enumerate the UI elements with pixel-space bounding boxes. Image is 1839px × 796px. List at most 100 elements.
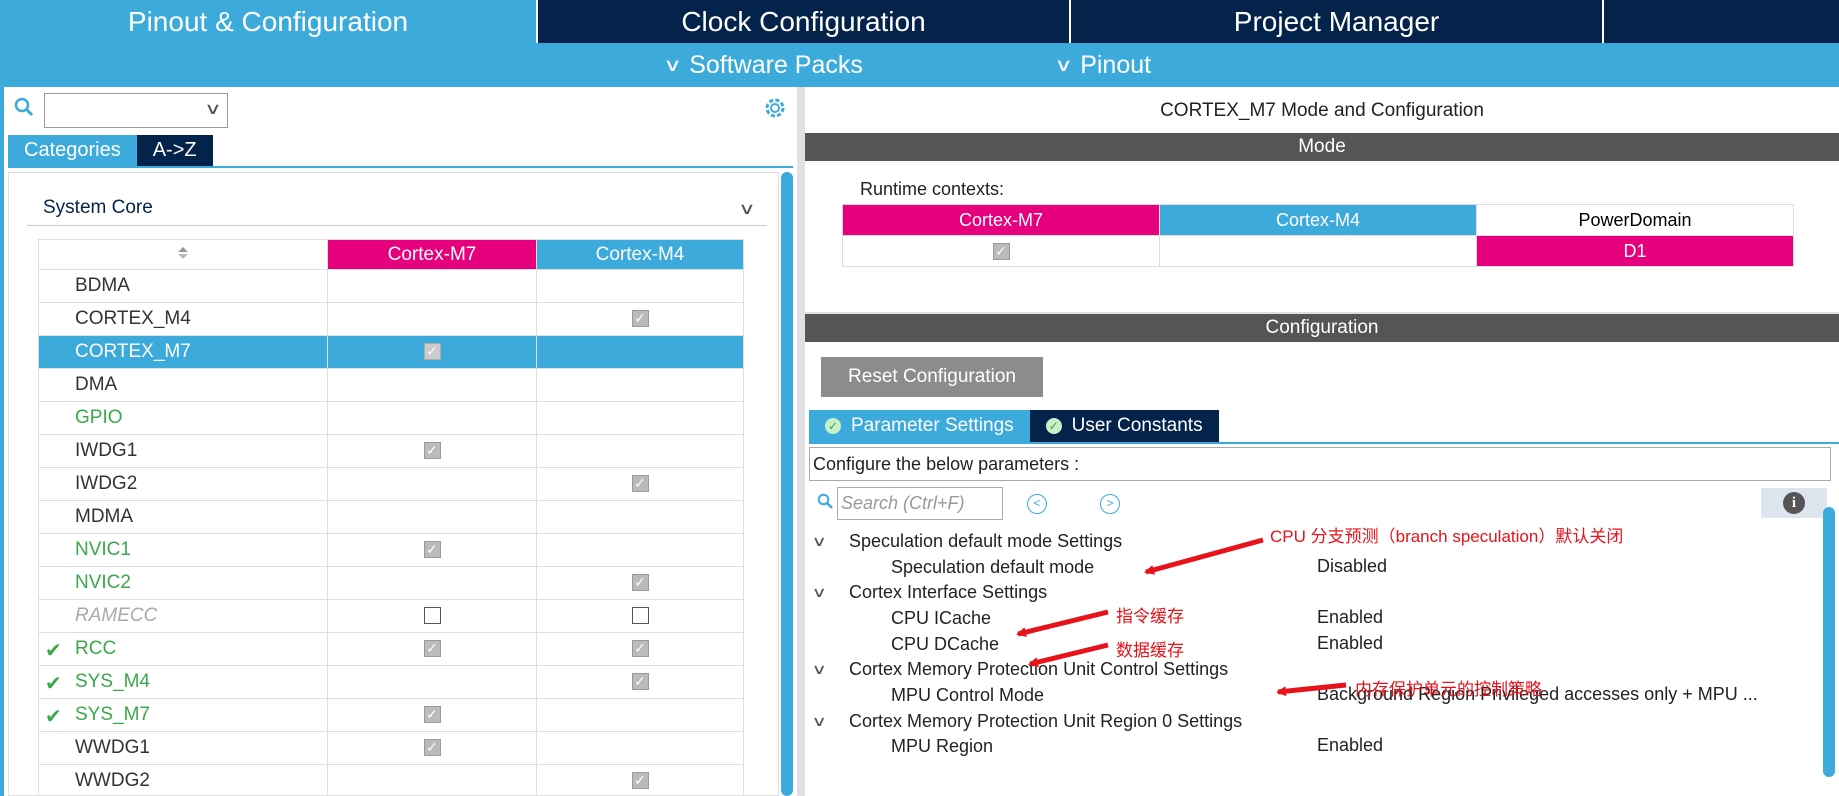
chevron-down-icon[interactable]: ∨ [812, 533, 845, 550]
checkbox-checked[interactable]: ✓ [631, 640, 649, 658]
scrollbar[interactable] [781, 172, 793, 796]
cell-m4[interactable]: ✓ [536, 632, 744, 666]
chevron-down-icon[interactable]: ∨ [812, 713, 845, 730]
pinout-menu[interactable]: ∨ Pinout [1054, 43, 1151, 87]
cell-m4[interactable] [536, 269, 744, 303]
cell-m4[interactable] [536, 401, 744, 435]
scrollbar[interactable] [1823, 507, 1835, 777]
checkbox-checked[interactable]: ✓ [631, 673, 649, 691]
table-row[interactable]: IWDG1 ✓ [38, 434, 744, 468]
cell-m7[interactable] [327, 302, 537, 336]
cell-m7[interactable]: ✓ [327, 533, 537, 567]
cell-m7[interactable] [327, 401, 537, 435]
cell-m7[interactable]: ✓ [327, 731, 537, 765]
tree-parameter[interactable]: MPU Control Mode [891, 681, 1044, 709]
checkbox-checked[interactable]: ✓ [423, 739, 441, 757]
panel-divider[interactable] [797, 87, 805, 796]
checkbox-checked[interactable]: ✓ [423, 706, 441, 724]
checkbox-checked[interactable]: ✓ [423, 343, 441, 361]
table-row[interactable]: BDMA [38, 269, 744, 303]
peripheral-name[interactable]: WWDG2 [38, 764, 328, 796]
cell-m4[interactable] [536, 335, 744, 369]
tree-group[interactable]: ∨ Speculation default mode Settings [805, 527, 1123, 555]
tab-parameter-settings[interactable]: ✓ Parameter Settings [809, 410, 1030, 442]
cell-m4[interactable]: ✓ [536, 302, 744, 336]
cell-m7[interactable] [327, 467, 537, 501]
peripheral-name[interactable]: ✔ SYS_M4 [38, 665, 328, 699]
checkbox-checked[interactable]: ✓ [423, 640, 441, 658]
checkbox-unchecked[interactable] [423, 607, 441, 625]
cell-m7[interactable] [327, 269, 537, 303]
group-header-system-core[interactable]: System Core ∨ [27, 191, 767, 226]
cell-m7[interactable] [327, 599, 537, 633]
checkbox-checked[interactable]: ✓ [631, 310, 649, 328]
tab-categories[interactable]: Categories [8, 135, 137, 166]
cell-m7[interactable] [327, 566, 537, 600]
tree-group[interactable]: ∨ Cortex Interface Settings [805, 578, 1048, 606]
cell-m4[interactable]: ✓ [536, 764, 744, 796]
peripheral-name[interactable]: IWDG1 [38, 434, 328, 468]
peripheral-name[interactable]: WWDG1 [38, 731, 328, 765]
table-row[interactable]: IWDG2 ✓ [38, 467, 744, 501]
table-row[interactable]: ✔ RCC ✓ ✓ [38, 632, 744, 666]
column-header-cortex-m4[interactable]: Cortex-M4 [536, 239, 744, 270]
cell-m4[interactable] [536, 500, 744, 534]
cell-m7[interactable] [327, 500, 537, 534]
peripheral-name[interactable]: BDMA [38, 269, 328, 303]
reset-configuration-button[interactable]: Reset Configuration [821, 357, 1043, 397]
cell-m4[interactable] [536, 368, 744, 402]
table-row[interactable]: DMA [38, 368, 744, 402]
tree-parameter[interactable]: MPU Region [891, 732, 993, 760]
tree-parameter[interactable]: Speculation default mode [891, 553, 1094, 581]
table-row[interactable]: WWDG2 ✓ [38, 764, 744, 796]
tab-pinout-configuration[interactable]: Pinout & Configuration [0, 0, 538, 43]
cell-m7[interactable]: ✓ [327, 434, 537, 468]
checkbox-unchecked[interactable] [631, 607, 649, 625]
checkbox-checked[interactable]: ✓ [631, 475, 649, 493]
info-button[interactable]: i [1761, 488, 1827, 518]
checkbox-checked[interactable]: ✓ [423, 541, 441, 559]
cell-m4[interactable]: ✓ [536, 566, 744, 600]
cell-m7[interactable] [327, 665, 537, 699]
runtime-cell-cortex-m7[interactable]: ✓ [842, 235, 1160, 267]
peripheral-name[interactable]: CORTEX_M7 [38, 335, 328, 369]
next-result-icon[interactable]: > [1100, 494, 1120, 514]
peripheral-name[interactable]: RAMECC [38, 599, 328, 633]
table-row[interactable]: MDMA [38, 500, 744, 534]
cell-m4[interactable]: ✓ [536, 665, 744, 699]
table-row[interactable]: NVIC2 ✓ [38, 566, 744, 600]
checkbox-checked[interactable]: ✓ [992, 243, 1010, 261]
table-row[interactable]: NVIC1 ✓ [38, 533, 744, 567]
peripheral-name[interactable]: GPIO [38, 401, 328, 435]
chevron-down-icon[interactable]: ∨ [738, 199, 756, 219]
table-row[interactable]: GPIO [38, 401, 744, 435]
peripheral-name[interactable]: NVIC2 [38, 566, 328, 600]
table-row[interactable]: ✔ SYS_M7 ✓ [38, 698, 744, 732]
peripheral-name[interactable]: CORTEX_M4 [38, 302, 328, 336]
cell-m7[interactable]: ✓ [327, 632, 537, 666]
search-input[interactable]: ∨ [44, 92, 228, 128]
sort-header[interactable] [38, 239, 328, 270]
table-row[interactable]: RAMECC [38, 599, 744, 633]
chevron-down-icon[interactable]: ∨ [812, 661, 845, 678]
tab-tools[interactable] [1604, 0, 1839, 43]
software-packs-menu[interactable]: ∨ Software Packs [663, 43, 863, 87]
previous-result-icon[interactable]: < [1027, 494, 1047, 514]
peripheral-name[interactable]: ✔ RCC [38, 632, 328, 666]
tab-a-z[interactable]: A->Z [136, 135, 213, 166]
tree-value[interactable]: Enabled [1317, 607, 1383, 628]
runtime-cell-cortex-m4[interactable] [1159, 235, 1477, 267]
chevron-down-icon[interactable]: ∨ [204, 99, 222, 119]
cell-m4[interactable] [536, 731, 744, 765]
cell-m4[interactable] [536, 698, 744, 732]
cell-m4[interactable] [536, 533, 744, 567]
table-row[interactable]: ✔ SYS_M4 ✓ [38, 665, 744, 699]
tree-parameter[interactable]: CPU DCache [891, 630, 999, 658]
cell-m4[interactable] [536, 434, 744, 468]
table-row[interactable]: WWDG1 ✓ [38, 731, 744, 765]
table-row[interactable]: CORTEX_M7 ✓ [38, 335, 744, 369]
checkbox-checked[interactable]: ✓ [631, 574, 649, 592]
chevron-down-icon[interactable]: ∨ [812, 584, 845, 601]
peripheral-name[interactable]: NVIC1 [38, 533, 328, 567]
cell-m4[interactable] [536, 599, 744, 633]
